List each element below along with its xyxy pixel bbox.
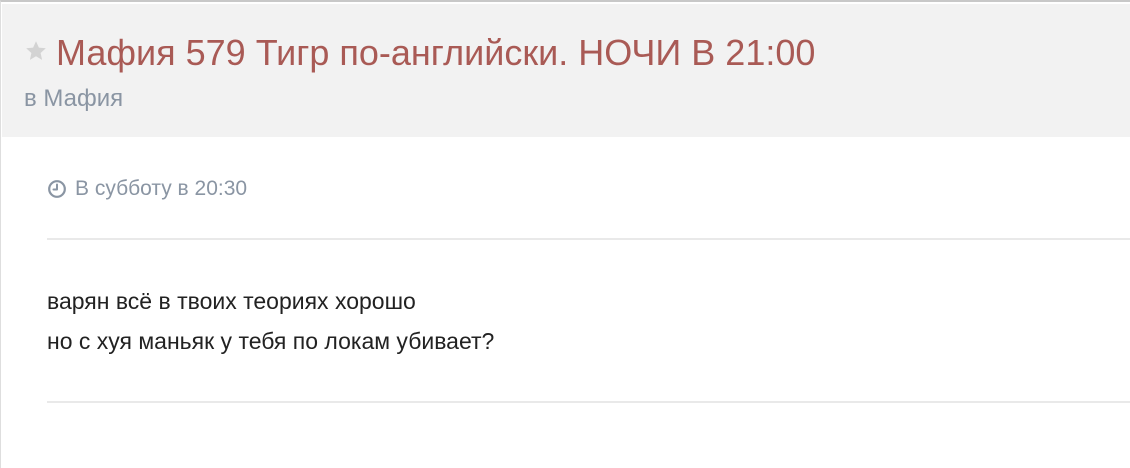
post-meta: В субботу в 20:30 [47, 176, 247, 202]
post-timestamp[interactable]: В субботу в 20:30 [75, 176, 247, 202]
topic-frame: Мафия 579 Тигр по-английски. НОЧИ В 21:0… [0, 0, 1130, 468]
forum-prefix: в [24, 85, 37, 112]
post-line: но с хуя маньяк у тебя по локам убивает? [47, 328, 495, 354]
topic-header: Мафия 579 Тигр по-английски. НОЧИ В 21:0… [2, 4, 1130, 137]
post-line: варян всё в твоих теориях хорошо [47, 288, 416, 314]
post-content: варян всё в твоих теориях хорошо но с ху… [47, 281, 494, 361]
clock-icon [48, 180, 66, 198]
star-icon[interactable] [24, 39, 48, 63]
forum-link[interactable]: Мафия [43, 85, 123, 112]
post-divider-bottom [47, 401, 1130, 403]
topic-forum: в Мафия [24, 84, 123, 114]
post-divider-top [47, 238, 1130, 240]
topic-title[interactable]: Мафия 579 Тигр по-английски. НОЧИ В 21:0… [56, 31, 815, 75]
